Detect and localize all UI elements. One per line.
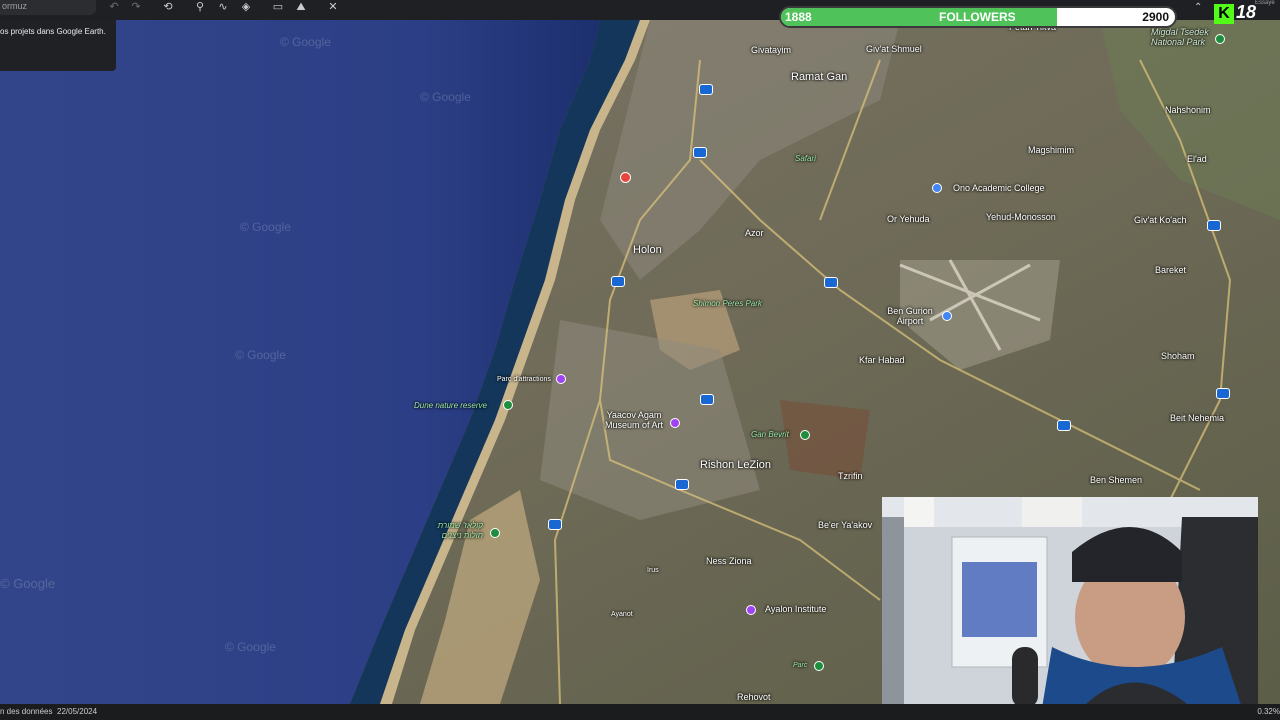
train-station-icon[interactable] — [1207, 220, 1221, 231]
park-icon[interactable] — [1215, 34, 1225, 44]
train-station-icon[interactable] — [700, 394, 714, 405]
place-label[interactable]: Gan Bevrit — [751, 430, 789, 439]
place-label[interactable]: Givatayim — [751, 45, 791, 55]
chevron-up-icon[interactable]: ⌃ — [1194, 2, 1202, 13]
ruler-icon[interactable]: ▭ — [271, 1, 285, 13]
data-attribution[interactable]: n des données — [0, 707, 53, 716]
park-icon[interactable] — [800, 430, 810, 440]
train-station-icon[interactable] — [693, 147, 707, 158]
place-label[interactable]: Or Yehuda — [887, 214, 930, 224]
place-label[interactable]: Ayalon Institute — [765, 604, 826, 614]
history-icon[interactable]: ⟲ — [161, 1, 175, 13]
kick-number: 18 — [1236, 2, 1257, 22]
place-label[interactable]: Be'er Ya'akov — [818, 520, 872, 530]
followers-label: FOLLOWERS — [939, 10, 1016, 24]
webcam-image — [882, 497, 1258, 708]
place-label[interactable]: Azor — [745, 228, 764, 238]
status-bar: n des données 22/05/2024 0.32% — [0, 704, 1280, 720]
tooltip-text: os projets dans Google Earth. — [0, 27, 106, 36]
place-label[interactable]: Ono Academic College — [953, 183, 1045, 193]
map-watermark: © Google — [280, 35, 331, 49]
museum-icon[interactable] — [670, 418, 680, 428]
kick-logo-icon: K — [1214, 4, 1234, 24]
place-label[interactable]: Irus — [647, 567, 659, 574]
map-watermark: © Google — [240, 220, 291, 234]
place-label[interactable]: Holon — [633, 244, 662, 256]
train-station-icon[interactable] — [1057, 420, 1071, 431]
place-label[interactable]: Kfar Habad — [859, 355, 905, 365]
place-label[interactable]: קולאז' שמורת חולות ניצנים — [423, 521, 483, 541]
map-watermark: © Google — [0, 576, 56, 591]
image-icon[interactable]: ⛰ — [294, 1, 308, 13]
train-station-icon[interactable] — [675, 479, 689, 490]
airport-icon[interactable] — [942, 311, 952, 321]
place-label[interactable]: Yehud-Monosson — [986, 212, 1056, 222]
train-station-icon[interactable] — [1216, 388, 1230, 399]
place-label[interactable]: Yaacov Agam Museum of Art — [602, 410, 666, 430]
followers-goal-bar: 1888 FOLLOWERS 2900 — [779, 6, 1177, 28]
place-label[interactable]: Migdal Tsedek National Park — [1151, 27, 1213, 47]
corner-text: Essaye — [1255, 0, 1275, 6]
park-icon[interactable] — [814, 661, 824, 671]
place-label[interactable]: Tzrifin — [838, 471, 863, 481]
place-label[interactable]: Bareket — [1155, 265, 1186, 275]
place-label[interactable]: Rehovot — [737, 692, 771, 702]
place-label[interactable]: Shimon Peres Park — [693, 299, 762, 308]
place-label[interactable]: Ramat Gan — [791, 71, 847, 83]
place-label[interactable]: Ben Gurion Airport — [887, 306, 933, 326]
park-icon[interactable] — [503, 400, 513, 410]
attraction-icon[interactable] — [556, 374, 566, 384]
place-label[interactable]: Ayanot — [611, 611, 633, 618]
place-label[interactable]: Giv'at Shmuel — [866, 44, 922, 54]
status-right-text: 0.32% — [1257, 707, 1280, 716]
webcam-overlay — [882, 497, 1258, 708]
train-station-icon[interactable] — [548, 519, 562, 530]
place-label[interactable]: El'ad — [1187, 154, 1207, 164]
map-watermark: © Google — [235, 348, 286, 362]
pin-icon[interactable] — [620, 172, 631, 183]
place-label[interactable]: Parc — [793, 662, 807, 669]
tooltip: os projets dans Google Earth. — [0, 20, 116, 71]
place-label[interactable]: Dune nature reserve — [414, 401, 487, 410]
train-station-icon[interactable] — [611, 276, 625, 287]
redo-icon[interactable]: ↷ — [129, 1, 143, 13]
map-watermark: © Google — [420, 90, 471, 104]
school-icon[interactable] — [932, 183, 942, 193]
place-label[interactable]: Parc d'attractions — [497, 376, 551, 383]
place-label[interactable]: Ben Shemen — [1090, 475, 1142, 485]
layers-icon[interactable]: ◈ — [239, 1, 253, 13]
place-label[interactable]: Ness Ziona — [706, 556, 752, 566]
followers-goal: 2900 — [1142, 10, 1169, 24]
place-label[interactable]: Magshimim — [1028, 145, 1074, 155]
map-watermark: © Google — [225, 640, 276, 654]
place-label[interactable]: Safari — [795, 154, 816, 163]
place-label[interactable]: Shoham — [1161, 351, 1195, 361]
undo-icon[interactable]: ↶ — [107, 1, 121, 13]
park-icon[interactable] — [490, 528, 500, 538]
place-label[interactable]: Beit Nehemia — [1170, 413, 1224, 423]
path-icon[interactable]: ∿ — [216, 1, 230, 13]
imagery-date: 22/05/2024 — [57, 707, 98, 716]
train-station-icon[interactable] — [824, 277, 838, 288]
search-input[interactable]: ormuz — [0, 0, 96, 15]
place-label[interactable]: Giv'at Ko'ach — [1134, 215, 1186, 225]
tools-icon[interactable]: ✕ — [326, 1, 340, 13]
place-label[interactable]: Nahshonim — [1165, 105, 1211, 115]
train-station-icon[interactable] — [699, 84, 713, 95]
followers-current: 1888 — [785, 10, 812, 24]
attraction-icon[interactable] — [746, 605, 756, 615]
place-label[interactable]: Rishon LeZion — [700, 459, 771, 471]
placemark-icon[interactable]: ⚲ — [193, 1, 207, 13]
